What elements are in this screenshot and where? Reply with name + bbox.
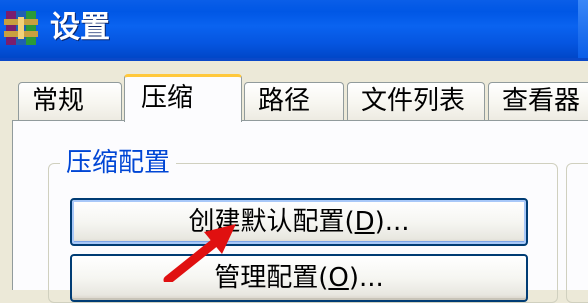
tab-paths[interactable]: 路径 xyxy=(244,82,344,120)
tab-label: 压缩 xyxy=(141,83,194,113)
title-bar-edge xyxy=(578,0,588,58)
window-frame xyxy=(0,58,588,61)
tab-label: 文件列表 xyxy=(361,86,466,116)
title-bar[interactable]: 设置 xyxy=(0,0,588,58)
button-label-suffix: )... xyxy=(374,207,410,237)
create-default-profile-button[interactable]: 创建默认配置(D)... xyxy=(70,198,528,246)
tab-label: 查看器 xyxy=(502,86,581,116)
button-accelerator: D xyxy=(354,207,375,237)
group-label: 压缩配置 xyxy=(60,146,177,180)
button-accelerator: O xyxy=(328,263,349,293)
button-label-suffix: )... xyxy=(348,263,384,293)
red-arrow-icon xyxy=(163,224,236,282)
winrar-app-icon[interactable] xyxy=(4,9,38,47)
manage-profiles-button[interactable]: 管理配置(O)... xyxy=(70,254,528,302)
tab-viewer[interactable]: 查看器 xyxy=(488,82,588,120)
tab-file-list[interactable]: 文件列表 xyxy=(347,82,485,120)
tab-general[interactable]: 常规 xyxy=(18,82,122,120)
tab-compression[interactable]: 压缩 xyxy=(124,74,242,122)
side-group-edge xyxy=(566,163,588,303)
tab-label: 常规 xyxy=(32,86,85,116)
window-title: 设置 xyxy=(50,10,110,45)
tab-label: 路径 xyxy=(258,86,311,116)
